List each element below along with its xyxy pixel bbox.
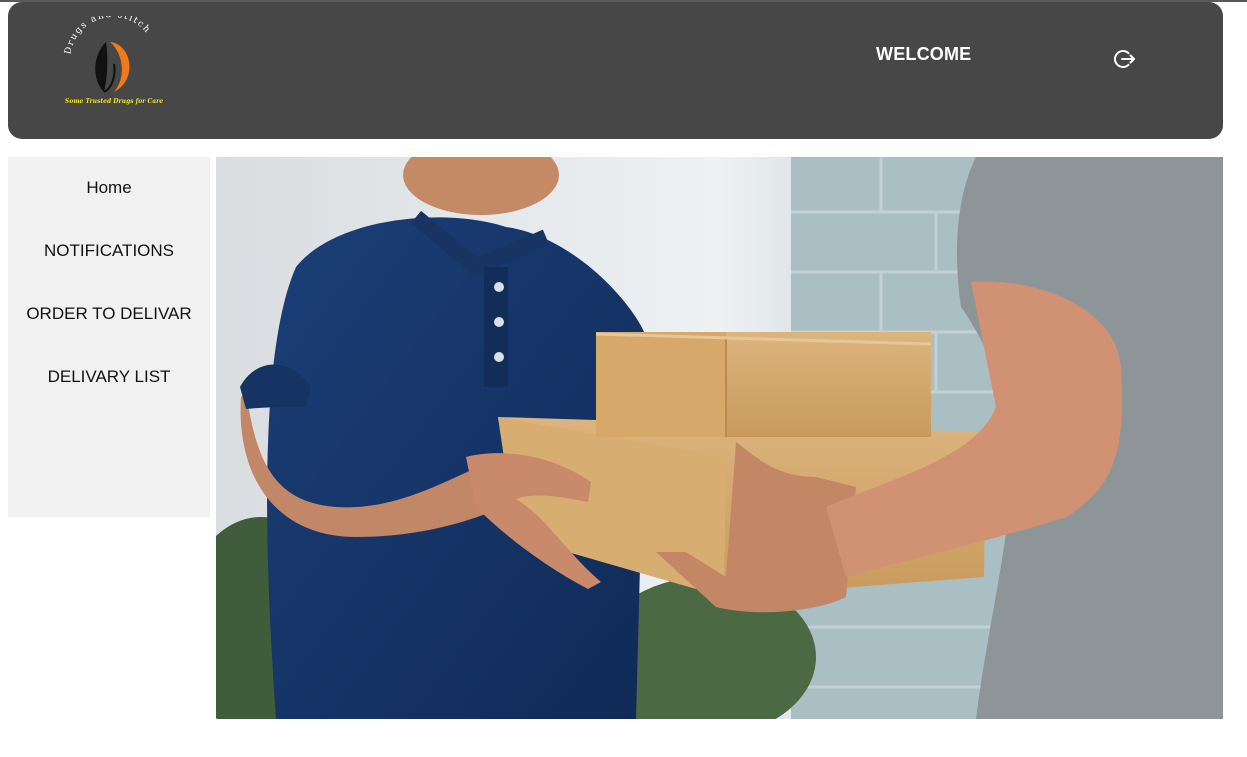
hero-image [216, 157, 1223, 719]
sidebar-item-notifications[interactable]: NOTIFICATIONS [8, 241, 210, 261]
logout-icon [1114, 50, 1135, 68]
sidebar-item-order-to-delivar[interactable]: ORDER TO DELIVAR [8, 304, 210, 324]
welcome-label: WELCOME [876, 44, 972, 64]
logout-button[interactable] [1113, 47, 1137, 71]
delivery-photo [216, 157, 1223, 719]
sidebar-nav: Home NOTIFICATIONS ORDER TO DELIVAR DELI… [8, 157, 210, 517]
brand-logo[interactable]: Drugs and stitch Some Trusted Drugs for … [58, 10, 168, 116]
sidebar-item-home[interactable]: Home [8, 178, 210, 198]
sidebar-item-delivary-list[interactable]: DELIVARY LIST [8, 367, 210, 387]
svg-text:Drugs and stitch: Drugs and stitch [63, 16, 152, 55]
logo-tagline: Some Trusted Drugs for Care [64, 98, 164, 105]
header-bar: Drugs and stitch Some Trusted Drugs for … [8, 2, 1223, 139]
